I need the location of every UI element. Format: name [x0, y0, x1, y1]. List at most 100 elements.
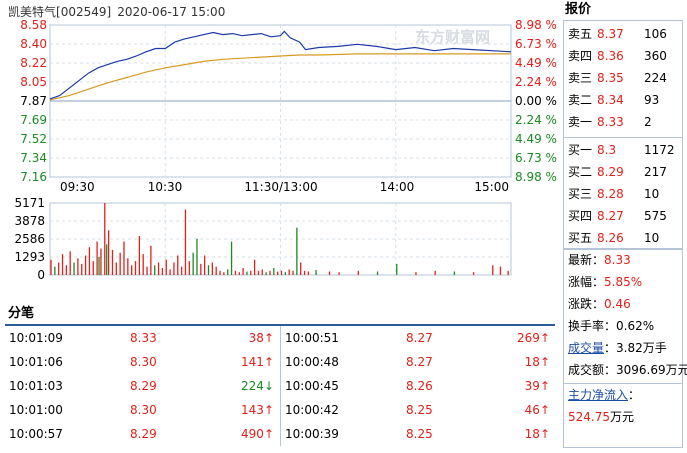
- ask-row: 卖三 8.35 224: [564, 67, 682, 89]
- arrow-up-icon: ↑: [263, 403, 274, 417]
- tick-row: 10:00:51 8.27 269↑: [281, 326, 556, 350]
- time-tick-label: 14:00: [380, 180, 415, 194]
- price-tick-label: 8.58: [20, 18, 47, 32]
- tick-time: 10:01:00: [9, 403, 63, 417]
- ask-row: 卖一 8.33 2: [564, 111, 682, 133]
- tick-time: 10:00:51: [285, 331, 339, 345]
- tick-price: 8.29: [130, 379, 157, 393]
- bid-price: 8.26: [597, 231, 624, 245]
- arrow-up-icon: ↑: [263, 355, 274, 369]
- quote-panel: 报价 卖五 8.37 106 卖四 8.36 360 卖三 8.35 224 卖二 8.34 93 卖一…: [563, 0, 687, 450]
- bid-row: 买四 8.27 575: [564, 205, 682, 227]
- tick-row: 10:00:42 8.25 46↑: [281, 398, 556, 422]
- tick-price: 8.25: [406, 427, 433, 441]
- time-tick-label: 11:30/13:00: [244, 180, 317, 194]
- tick-row: 10:00:57 8.29 490↑: [5, 422, 280, 446]
- volume-axis: 5171 3878 2586 1293 0: [14, 196, 45, 282]
- ticks-column-right: 10:00:51 8.27 269↑ 10:00:48 8.27 18↑ 10:00:45 8…: [281, 326, 556, 446]
- bid-price: 8.3: [597, 143, 617, 157]
- bid-level-label: 买三: [568, 187, 593, 201]
- ask-price: 8.33: [597, 115, 624, 129]
- time-tick-label: 09:30: [60, 180, 95, 194]
- bid-price: 8.29: [597, 165, 624, 179]
- ticks-table: 10:01:09 8.33 38↑ 10:01:06 8.30 141↑ 10:01:03 8…: [5, 324, 555, 448]
- price-tick-label: 7.87: [20, 94, 47, 108]
- ask-level-label: 卖四: [568, 49, 593, 63]
- ask-level-label: 卖五: [568, 27, 593, 41]
- volume-tick-label: 1293: [14, 250, 45, 264]
- tick-volume: 18↑: [524, 427, 550, 441]
- tick-time: 10:00:48: [285, 355, 339, 369]
- quote-title: 报价: [565, 2, 592, 17]
- volume-row: 成交量：3.82万手: [568, 341, 667, 355]
- volume-tick-label: 5171: [14, 196, 45, 210]
- ticks-title: 分笔: [8, 306, 35, 321]
- tick-row: 10:00:48 8.27 18↑: [281, 350, 556, 374]
- tick-price: 8.33: [130, 331, 157, 345]
- tick-row: 10:01:06 8.30 141↑: [5, 350, 280, 374]
- tick-volume: 490↑: [241, 427, 274, 441]
- tick-volume: 141↑: [241, 355, 274, 369]
- change-row: 涨跌：0.46: [568, 297, 631, 311]
- price-tick-label: 7.52: [20, 132, 47, 146]
- arrow-down-icon: ↓: [263, 379, 274, 393]
- percent-tick-label: 0.00 %: [515, 94, 557, 108]
- tick-volume: 269↑: [517, 331, 550, 345]
- tick-volume: 39↑: [524, 379, 550, 393]
- bid-price: 8.28: [597, 187, 624, 201]
- volume-link[interactable]: 成交量: [568, 341, 604, 355]
- tick-row: 10:01:03 8.29 224↓: [5, 374, 280, 398]
- main-inflow-link[interactable]: 主力净流入: [568, 388, 628, 402]
- percent-tick-label: 2.24 %: [515, 113, 557, 127]
- tick-time: 10:01:09: [9, 331, 63, 345]
- price-tick-label: 8.40: [20, 37, 47, 51]
- arrow-up-icon: ↑: [539, 403, 550, 417]
- tick-price: 8.30: [130, 403, 157, 417]
- ask-volume: 106: [644, 27, 667, 41]
- price-axis-left: 8.58 8.40 8.22 8.05 7.87 7.69 7.52 7.34 7.16: [20, 18, 47, 184]
- bid-volume: 1172: [644, 143, 675, 157]
- price-tick-label: 7.69: [20, 113, 47, 127]
- tick-price: 8.25: [406, 403, 433, 417]
- tick-volume: 46↑: [524, 403, 550, 417]
- percent-axis-right: 8.98 % 6.73 % 4.49 % 2.24 % 0.00 % 2.24 % 4.49…: [515, 18, 557, 184]
- ask-level-label: 卖一: [568, 115, 593, 129]
- percent-tick-label: 4.49 %: [515, 56, 557, 70]
- tick-price: 8.27: [406, 355, 433, 369]
- bid-level-label: 买四: [568, 209, 593, 223]
- inflow-row: 主力净流入：: [564, 383, 682, 406]
- bid-volume: 217: [644, 165, 667, 179]
- change-percent-row: 涨幅：5.85%: [568, 275, 643, 289]
- tick-time: 10:00:42: [285, 403, 339, 417]
- bid-price: 8.27: [597, 209, 624, 223]
- ask-volume: 224: [644, 71, 667, 85]
- tick-volume: 224↓: [241, 379, 274, 393]
- ticks-column-left: 10:01:09 8.33 38↑ 10:01:06 8.30 141↑ 10:01:03 8…: [5, 326, 281, 446]
- latest-price-row: 最新：8.33: [568, 253, 631, 267]
- ask-price: 8.37: [597, 27, 624, 41]
- turnover-row: 换手率：0.62%: [568, 319, 655, 333]
- chart-header: 凯美特气[002549] 2020-06-17 15:00: [8, 4, 225, 19]
- volume-tick-label: 0: [37, 268, 45, 282]
- arrow-up-icon: ↑: [539, 331, 550, 345]
- chart-datetime: 2020-06-17 15:00: [117, 5, 225, 19]
- ask-level-label: 卖二: [568, 93, 593, 107]
- tick-time: 10:00:39: [285, 427, 339, 441]
- price-tick-label: 7.34: [20, 151, 47, 165]
- bid-row: 买二 8.29 217: [564, 161, 682, 183]
- amount-row: 成交额：3096.69万元: [568, 363, 687, 377]
- tick-time: 10:01:03: [9, 379, 63, 393]
- ask-price: 8.36: [597, 49, 624, 63]
- arrow-up-icon: ↑: [539, 427, 550, 441]
- bid-volume: 10: [644, 231, 660, 245]
- arrow-up-icon: ↑: [263, 331, 274, 345]
- percent-tick-label: 8.98 %: [515, 170, 557, 184]
- tick-price: 8.27: [406, 331, 433, 345]
- stock-name: 凯美特气: [8, 4, 56, 19]
- arrow-up-icon: ↑: [539, 355, 550, 369]
- bid-row: 买五 8.26 10: [564, 227, 682, 249]
- tick-time: 10:00:57: [9, 427, 63, 441]
- bid-level-label: 买二: [568, 165, 593, 179]
- bid-volume: 10: [644, 187, 660, 201]
- percent-tick-label: 4.49 %: [515, 132, 557, 146]
